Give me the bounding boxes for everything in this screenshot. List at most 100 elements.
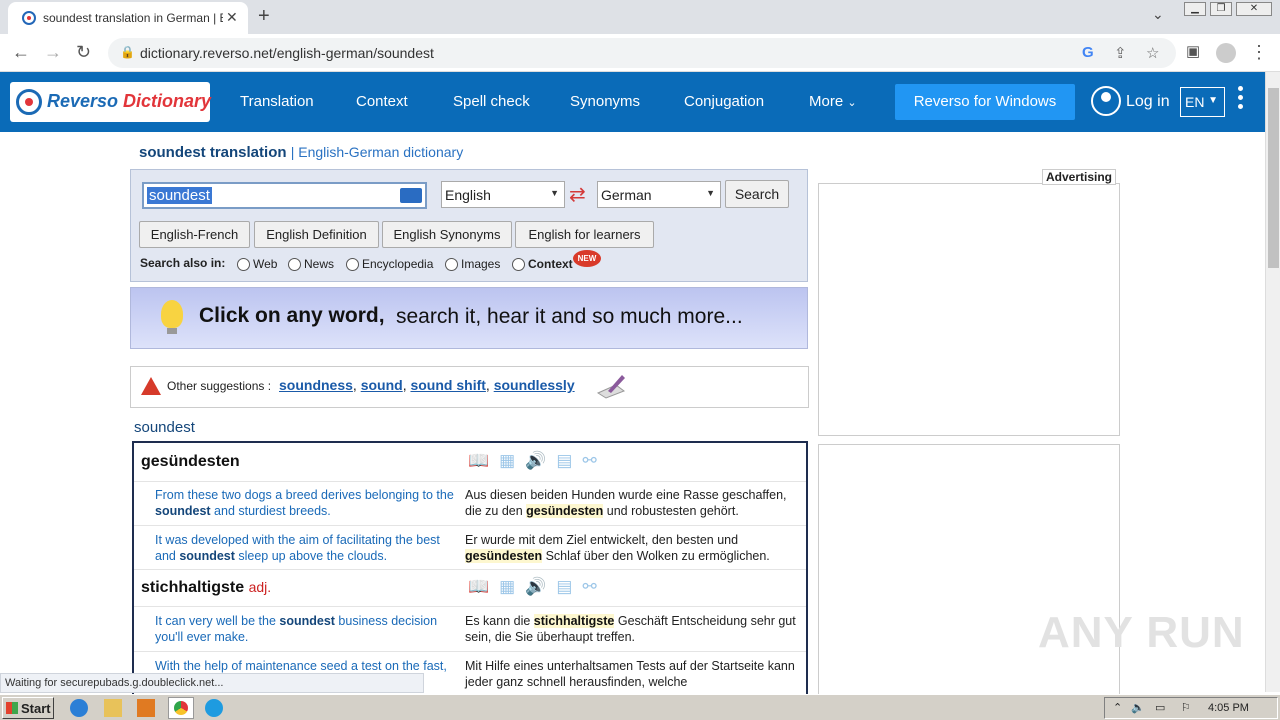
table-icon[interactable]: ▦: [499, 577, 525, 596]
network-icon[interactable]: ▭: [1155, 701, 1165, 714]
search-input[interactable]: soundest: [142, 182, 427, 209]
address-bar[interactable]: 🔒 dictionary.reverso.net/english-german/…: [108, 38, 1176, 68]
radio-images-label: Images: [461, 257, 501, 271]
clipboard-icon[interactable]: ▤: [556, 577, 582, 596]
translation-term-text: stichhaltigste: [141, 579, 245, 596]
banner-strong-text: Click on any word,: [199, 304, 385, 327]
start-button[interactable]: Start: [2, 697, 54, 719]
row-divider: [134, 651, 806, 652]
browser-menu-icon[interactable]: ⋮: [1250, 42, 1268, 63]
chrome-icon: [174, 701, 188, 715]
google-translate-icon[interactable]: G: [1082, 44, 1094, 61]
chrome-taskbar-button[interactable]: [168, 697, 194, 719]
row-divider: [134, 606, 806, 607]
tray-expand-icon[interactable]: ⌃: [1113, 701, 1122, 714]
english-synonyms-button[interactable]: English Synonyms: [382, 221, 512, 248]
user-icon[interactable]: [1091, 86, 1121, 116]
translation-term[interactable]: stichhaltigste adj.: [141, 579, 271, 597]
search-panel: soundest English ▼ ⇄ German ▼ Search Eng…: [130, 169, 808, 282]
suggestion-link[interactable]: sound shift: [410, 377, 485, 393]
share-icon[interactable]: ⚯: [582, 577, 606, 596]
english-definition-button[interactable]: English Definition: [254, 221, 379, 248]
book-icon[interactable]: 📖: [468, 577, 499, 596]
nav-translation[interactable]: Translation: [240, 93, 314, 110]
english-for-learners-button[interactable]: English for learners: [515, 221, 654, 248]
reverso-logo[interactable]: Reverso Dictionary: [10, 82, 212, 122]
profile-avatar-icon[interactable]: [1216, 43, 1236, 63]
edge-icon[interactable]: [205, 699, 223, 717]
nav-conjugation[interactable]: Conjugation: [684, 93, 764, 110]
example-german[interactable]: Er wurde mit dem Ziel entwickelt, den be…: [465, 532, 800, 564]
file-explorer-icon[interactable]: [104, 699, 122, 717]
site-menu-icon[interactable]: [1238, 86, 1244, 113]
example-english[interactable]: With the help of maintenance seed a test…: [155, 658, 455, 674]
edit-pen-icon[interactable]: [596, 373, 626, 399]
reverso-for-windows-button[interactable]: Reverso for Windows: [895, 84, 1075, 120]
back-arrow-icon[interactable]: ←: [12, 42, 30, 63]
url-text[interactable]: dictionary.reverso.net/english-german/so…: [140, 45, 434, 61]
virtual-keyboard-icon[interactable]: [400, 188, 422, 203]
radio-encyclopedia-label: Encyclopedia: [362, 257, 434, 271]
radio-encyclopedia[interactable]: [346, 258, 359, 271]
english-french-button[interactable]: English-French: [139, 221, 250, 248]
side-panel-icon[interactable]: ▣: [1186, 42, 1200, 60]
reload-icon[interactable]: ↻: [76, 42, 91, 63]
speaker-icon[interactable]: 🔊: [525, 577, 556, 596]
speaker-icon[interactable]: 🔊: [525, 451, 556, 470]
flag-icon[interactable]: ⚐: [1181, 701, 1191, 714]
swap-languages-icon[interactable]: ⇄: [569, 182, 586, 207]
suggestion-link[interactable]: sound: [361, 377, 403, 393]
nav-context[interactable]: Context: [356, 93, 408, 110]
radio-news[interactable]: [288, 258, 301, 271]
table-icon[interactable]: ▦: [499, 451, 525, 470]
internet-explorer-icon[interactable]: [70, 699, 88, 717]
example-german[interactable]: Es kann die stichhaltigste Geschäft Ents…: [465, 613, 800, 645]
radio-web[interactable]: [237, 258, 250, 271]
clipboard-icon[interactable]: ▤: [556, 451, 582, 470]
search-button[interactable]: Search: [725, 180, 789, 208]
warning-icon: [141, 377, 161, 395]
search-input-value: soundest: [147, 187, 212, 204]
suggestion-link[interactable]: soundness: [279, 377, 353, 393]
tab-search-chevron-icon[interactable]: ⌄: [1152, 6, 1164, 23]
forward-arrow-icon[interactable]: →: [44, 42, 62, 63]
advertising-slot[interactable]: [818, 183, 1120, 436]
scrollbar-thumb[interactable]: [1268, 88, 1279, 268]
nav-more[interactable]: More ⌄: [809, 93, 857, 110]
translation-term[interactable]: gesündesten: [141, 453, 240, 471]
suggestions-label: Other suggestions :: [167, 379, 272, 393]
minimize-window-button[interactable]: ▁: [1184, 2, 1206, 16]
volume-icon[interactable]: 🔈: [1131, 701, 1145, 714]
radio-images[interactable]: [445, 258, 458, 271]
source-language-select[interactable]: English ▼: [441, 181, 565, 208]
tab-close-icon[interactable]: ✕: [226, 9, 238, 26]
example-german[interactable]: Aus diesen beiden Hunden wurde eine Rass…: [465, 487, 800, 519]
language-select[interactable]: EN ▼: [1180, 87, 1225, 117]
example-english[interactable]: It can very well be the soundest busines…: [155, 613, 455, 645]
radio-web-label: Web: [253, 257, 278, 271]
row-divider: [134, 569, 806, 570]
promo-banner[interactable]: Click on any word, search it, hear it an…: [130, 287, 808, 349]
bookmark-star-icon[interactable]: ☆: [1146, 44, 1159, 62]
example-german[interactable]: Mit Hilfe eines unterhaltsamen Tests auf…: [465, 658, 800, 690]
nav-synonyms[interactable]: Synonyms: [570, 93, 640, 110]
restore-window-button[interactable]: ❐: [1210, 2, 1232, 16]
nav-spell-check[interactable]: Spell check: [453, 93, 530, 110]
new-tab-button[interactable]: +: [258, 5, 270, 28]
close-window-button[interactable]: ✕: [1236, 2, 1272, 16]
page-scrollbar[interactable]: [1265, 72, 1280, 692]
book-icon[interactable]: 📖: [468, 451, 499, 470]
target-language-select[interactable]: German ▼: [597, 181, 721, 208]
browser-tab[interactable]: soundest translation in German | English…: [8, 2, 248, 34]
radio-context[interactable]: [512, 258, 525, 271]
advertising-slot[interactable]: [818, 444, 1120, 704]
example-english[interactable]: It was developed with the aim of facilit…: [155, 532, 455, 564]
row-divider: [134, 525, 806, 526]
login-link[interactable]: Log in: [1126, 93, 1170, 111]
logo-text-dictionary: Dictionary: [123, 91, 212, 111]
media-player-icon[interactable]: [137, 699, 155, 717]
share-icon[interactable]: ⚯: [582, 451, 606, 470]
share-icon[interactable]: ⇪: [1114, 44, 1127, 62]
suggestion-link[interactable]: soundlessly: [494, 377, 575, 393]
example-english[interactable]: From these two dogs a breed derives belo…: [155, 487, 455, 519]
